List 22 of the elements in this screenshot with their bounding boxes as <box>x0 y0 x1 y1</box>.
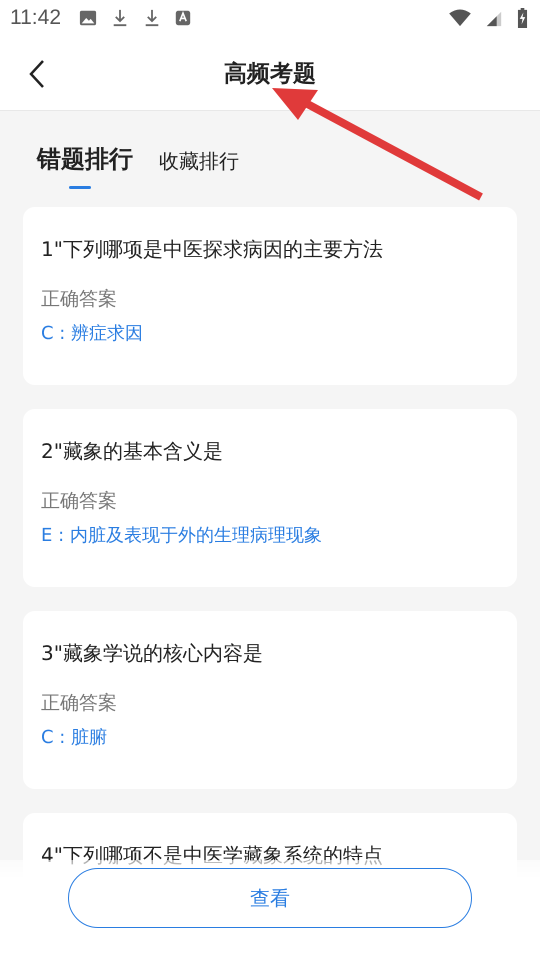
status-time: 11:42 <box>10 6 61 30</box>
answer-label: 正确答案 <box>41 489 118 514</box>
view-button[interactable]: 查看 <box>68 868 472 928</box>
question-text: 4"下列哪项不是中医学藏象系统的特点 <box>41 842 384 869</box>
answer-label: 正确答案 <box>41 287 118 312</box>
download-icon <box>111 9 129 27</box>
question-text: 1"下列哪项是中医探求病因的主要方法 <box>41 236 384 263</box>
download-icon <box>143 9 161 27</box>
tab[interactable]: 收藏排行 <box>159 148 239 187</box>
answer-text: E : 内脏及表现于外的生理病理现象 <box>41 524 323 548</box>
answer-label: 正确答案 <box>41 691 118 716</box>
tab[interactable]: 错题排行 <box>37 143 133 187</box>
battery-icon <box>517 8 528 28</box>
font-icon <box>175 10 191 26</box>
question-text: 2"藏象的基本含义是 <box>41 438 224 465</box>
page-title: 高频考题 <box>224 60 316 88</box>
wifi-icon <box>449 9 471 27</box>
image-icon <box>79 9 97 27</box>
answer-text: C : 辨症求因 <box>41 322 144 346</box>
signal-icon <box>485 9 503 27</box>
question-text: 3"藏象学说的核心内容是 <box>41 640 264 667</box>
answer-text: C : 脏腑 <box>41 726 108 750</box>
